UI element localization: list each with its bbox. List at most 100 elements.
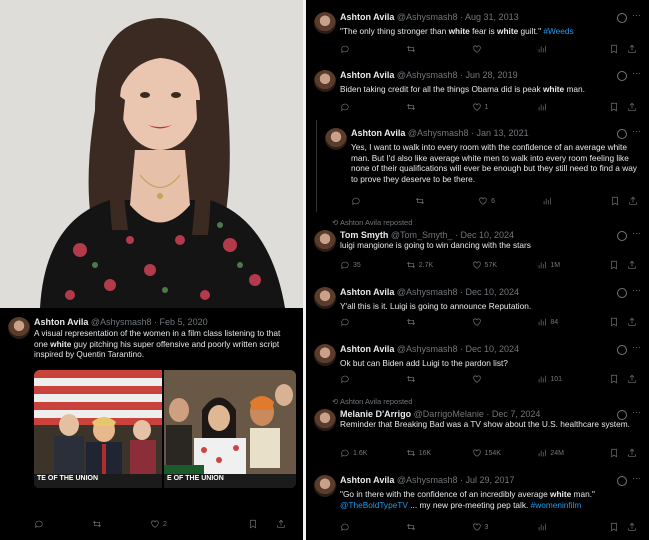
tweet-card[interactable]: ⟲ Ashton Avila reposted Melanie D'Arrigo … — [306, 393, 649, 465]
tweet-link[interactable]: #Weeds — [543, 26, 573, 36]
views-button[interactable]: 101 — [537, 374, 562, 384]
reply-button[interactable] — [340, 44, 353, 54]
share-button[interactable] — [627, 317, 637, 327]
tweet-date[interactable]: · Dec 10, 2024 — [460, 344, 519, 354]
bookmark-button[interactable] — [609, 448, 619, 458]
author-name[interactable]: Ashton Avila — [340, 344, 394, 354]
tweet-card[interactable]: Ashton Avila @Ashysmash8 · Jul 29, 2017 ·… — [306, 467, 649, 539]
tweet-date[interactable]: · Jul 29, 2017 — [460, 475, 515, 485]
tweet-card[interactable]: Ashton Avila @Ashysmash8 · Dec 10, 2024 ·… — [306, 279, 649, 334]
avatar[interactable] — [314, 70, 336, 92]
bookmark-button[interactable] — [609, 522, 619, 532]
repost-button[interactable] — [415, 196, 428, 206]
avatar[interactable] — [314, 409, 336, 431]
tweet-date[interactable]: · Dec 10, 2024 — [460, 287, 519, 297]
reply-button[interactable] — [340, 317, 353, 327]
share-button[interactable] — [627, 260, 637, 270]
author-handle[interactable]: @Ashysmash8 — [91, 317, 152, 327]
tweet-date[interactable]: · Aug 31, 2013 — [460, 12, 519, 22]
avatar[interactable] — [314, 344, 336, 366]
tweet-date[interactable]: · Feb 5, 2020 — [154, 317, 208, 327]
share-button[interactable] — [276, 519, 286, 529]
grok-icon[interactable] — [617, 288, 627, 298]
tweet-media-right[interactable]: E OF THE UNION — [164, 370, 296, 488]
tweet-card[interactable]: ⟲ Ashton Avila reposted Tom Smyth @Tom_Sm… — [306, 214, 649, 277]
grok-icon[interactable] — [617, 129, 627, 139]
author-handle[interactable]: @Ashysmash8 — [408, 128, 471, 138]
reply-button[interactable]: 1.6K — [340, 448, 367, 458]
grok-icon[interactable] — [617, 13, 627, 23]
author-handle[interactable]: @Ashysmash8 — [397, 70, 460, 80]
views-button[interactable]: 24M — [537, 448, 564, 458]
tweet-date[interactable]: · Dec 7, 2024 — [486, 409, 540, 419]
author-name[interactable]: Ashton Avila — [34, 317, 88, 327]
avatar[interactable] — [314, 287, 336, 309]
author-name[interactable]: Ashton Avila — [340, 12, 394, 22]
tweet-date[interactable]: · Jun 28, 2019 — [460, 70, 518, 80]
bookmark-button[interactable] — [609, 317, 619, 327]
more-options-icon[interactable]: ··· — [632, 228, 641, 238]
author-handle[interactable]: @Ashysmash8 — [397, 475, 460, 485]
reply-button[interactable] — [351, 196, 364, 206]
share-button[interactable] — [627, 522, 637, 532]
more-options-icon[interactable]: ··· — [632, 473, 641, 483]
more-options-icon[interactable]: ··· — [632, 407, 641, 417]
tweet-link[interactable]: #womeninfilm — [531, 500, 582, 510]
tweet-card[interactable]: Ashton Avila @Ashysmash8 · Dec 10, 2024 ·… — [306, 336, 649, 391]
tweet-card[interactable]: Ashton Avila @Ashysmash8 · Jan 13, 2021 ·… — [316, 120, 649, 212]
like-button[interactable]: 3 — [472, 522, 488, 532]
tweet-date[interactable]: · Jan 13, 2021 — [471, 128, 529, 138]
bookmark-button[interactable] — [609, 44, 619, 54]
like-button[interactable] — [472, 44, 485, 54]
tweet-link[interactable]: @TheBoldTypeTV — [340, 500, 408, 510]
views-button[interactable]: 84 — [537, 317, 558, 327]
like-button[interactable]: 6 — [478, 196, 495, 206]
author-name[interactable]: Ashton Avila — [340, 70, 394, 80]
views-button[interactable] — [537, 102, 550, 112]
reply-button[interactable] — [340, 374, 353, 384]
author-name[interactable]: Ashton Avila — [351, 128, 405, 138]
reply-button[interactable]: 35 — [340, 260, 361, 270]
bookmark-button[interactable] — [609, 374, 619, 384]
more-options-icon[interactable]: ··· — [632, 68, 641, 78]
more-options-icon[interactable]: ··· — [632, 285, 641, 295]
grok-icon[interactable] — [617, 345, 627, 355]
tweet-card[interactable]: Ashton Avila @Ashysmash8 · Jun 28, 2019 ·… — [306, 62, 649, 118]
like-button[interactable]: 154K — [472, 448, 501, 458]
author-name[interactable]: Tom Smyth — [340, 230, 388, 240]
more-options-icon[interactable]: ··· — [632, 126, 641, 136]
like-button[interactable] — [472, 374, 485, 384]
author-handle[interactable]: @Ashysmash8 — [397, 287, 460, 297]
author-handle[interactable]: @DarrigoMelanie — [414, 409, 487, 419]
avatar[interactable] — [314, 230, 336, 252]
tweet-card[interactable]: Ashton Avila @Ashysmash8 · Aug 31, 2013 ·… — [306, 4, 649, 60]
more-options-icon[interactable]: ··· — [632, 342, 641, 352]
author-name[interactable]: Ashton Avila — [340, 287, 394, 297]
like-button[interactable]: 2 — [150, 519, 167, 529]
views-button[interactable] — [537, 44, 550, 54]
bookmark-button[interactable] — [609, 102, 619, 112]
bookmark-button[interactable] — [610, 196, 620, 206]
repost-button[interactable] — [406, 44, 419, 54]
bookmark-button[interactable] — [609, 260, 619, 270]
tweet-media-left[interactable]: TE OF THE UNION — [34, 370, 162, 488]
reply-button[interactable] — [34, 519, 44, 529]
author-name[interactable]: Ashton Avila — [340, 475, 394, 485]
repost-button[interactable] — [406, 102, 419, 112]
like-button[interactable] — [472, 317, 485, 327]
bookmark-button[interactable] — [248, 519, 258, 529]
author-handle[interactable]: @Tom_Smyth_ — [391, 230, 455, 240]
like-button[interactable]: 57K — [472, 260, 497, 270]
share-button[interactable] — [627, 102, 637, 112]
repost-button[interactable] — [406, 317, 419, 327]
author-handle[interactable]: @Ashysmash8 — [397, 12, 460, 22]
avatar[interactable] — [8, 317, 30, 339]
author-handle[interactable]: @Ashysmash8 — [397, 344, 460, 354]
repost-button[interactable]: 2.7K — [406, 260, 433, 270]
avatar[interactable] — [314, 12, 336, 34]
repost-button[interactable] — [92, 519, 102, 529]
author-name[interactable]: Melanie D'Arrigo — [340, 409, 411, 419]
grok-icon[interactable] — [617, 476, 627, 486]
avatar[interactable] — [325, 128, 347, 150]
repost-button[interactable] — [406, 374, 419, 384]
